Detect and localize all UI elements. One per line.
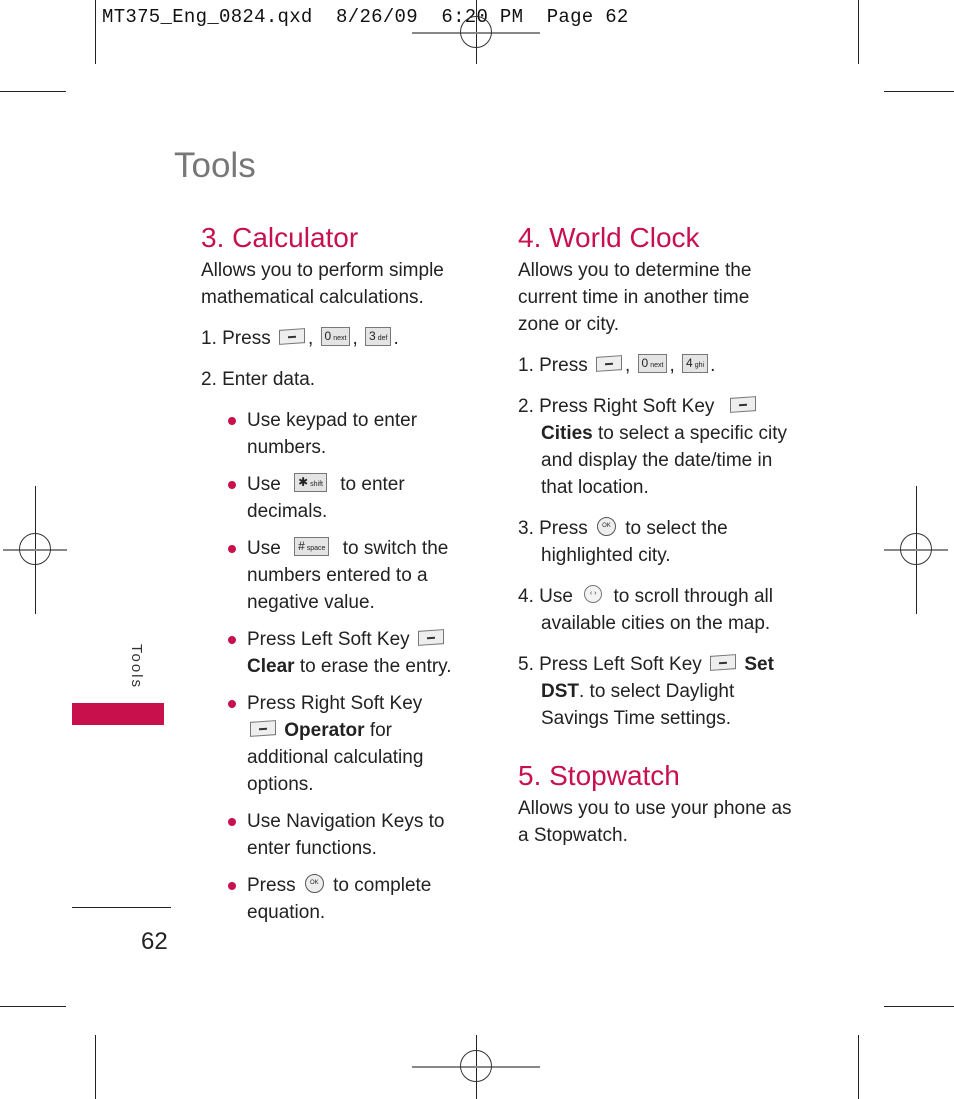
bullet-dot-icon bbox=[228, 636, 236, 644]
page-title: Tools bbox=[174, 146, 256, 185]
calculator-intro: Allows you to perform simple mathematica… bbox=[201, 260, 444, 308]
stopwatch-intro: Allows you to use your phone as a Stopwa… bbox=[518, 798, 792, 846]
star-key-icon: ✱ shift bbox=[294, 473, 327, 493]
left-soft-key-icon bbox=[417, 629, 444, 647]
left-soft-key-icon bbox=[595, 355, 622, 373]
page-number: 62 bbox=[141, 928, 168, 955]
bullet-dot-icon bbox=[228, 700, 236, 708]
crop-mark bbox=[884, 91, 954, 92]
bullet-dot-icon bbox=[228, 882, 236, 890]
section-title-world-clock: 4. World Clock bbox=[518, 222, 700, 253]
bullet-dot-icon bbox=[228, 818, 236, 826]
ok-key-icon: OK bbox=[596, 517, 616, 537]
bullet-dot-icon bbox=[228, 481, 236, 489]
world-clock-step-3: 3. Press OK to select the highlighted ci… bbox=[518, 517, 728, 566]
calculator-bullet: Use ✱ shift to enter decimals. bbox=[224, 471, 456, 525]
section-title-stopwatch: 5. Stopwatch bbox=[518, 760, 680, 791]
calculator-step-2: 2. Enter data. bbox=[201, 369, 316, 390]
left-soft-key-icon bbox=[710, 654, 737, 672]
key-3-icon: 3 def bbox=[365, 327, 392, 347]
bullet-dot-icon bbox=[228, 417, 236, 425]
world-clock-step-5: 5. Press Left Soft Key Set DST. to selec… bbox=[518, 654, 774, 729]
world-clock-step-4: 4. Use ‹ › to scroll through all availab… bbox=[518, 584, 773, 634]
section-title-calculator: 3. Calculator bbox=[201, 222, 359, 253]
right-soft-key-icon bbox=[729, 396, 756, 414]
world-clock-step-1: 1. Press , 0 next, 4 ghi. bbox=[518, 354, 716, 376]
world-clock-section: 4. World Clock Allows you to determine t… bbox=[518, 224, 793, 849]
world-clock-intro: Allows you to determine the current time… bbox=[518, 260, 752, 335]
key-0-icon: 0 next bbox=[637, 354, 668, 374]
slug-filename: MT375_Eng_0824.qxd bbox=[102, 6, 313, 28]
print-slug: MT375_Eng_0824.qxd 8/26/09 6:20 PM Page … bbox=[102, 6, 629, 28]
crop-mark bbox=[884, 1006, 954, 1007]
slug-date: 8/26/09 bbox=[336, 6, 418, 28]
footer-rule bbox=[72, 907, 171, 908]
calculator-bullet: Use Navigation Keys to enter functions. bbox=[224, 808, 456, 862]
calculator-bullet: Use keypad to enter numbers. bbox=[224, 407, 456, 461]
world-clock-step-2: 2. Press Right Soft Key Cities to select… bbox=[518, 396, 788, 498]
calculator-section: 3. Calculator Allows you to perform simp… bbox=[201, 224, 456, 926]
crop-mark bbox=[95, 1035, 96, 1099]
slug-page: Page 62 bbox=[546, 6, 629, 28]
crop-mark bbox=[0, 1006, 66, 1007]
crop-mark bbox=[95, 0, 96, 64]
key-0-icon: 0 next bbox=[320, 327, 351, 347]
key-4-icon: 4 ghi bbox=[682, 354, 709, 374]
pound-key-icon: # space bbox=[294, 537, 330, 557]
crop-mark bbox=[0, 91, 66, 92]
calculator-bullet: Press Right Soft Key Operator for additi… bbox=[224, 690, 456, 798]
calculator-bullet: Press OK to complete equation. bbox=[224, 872, 456, 926]
calculator-step-1: 1. Press , 0 next, 3 def. bbox=[201, 327, 399, 349]
side-tab-label: Tools bbox=[128, 644, 145, 690]
side-tab-bar bbox=[72, 703, 164, 725]
nav-left-right-key-icon: ‹ › bbox=[584, 584, 603, 603]
crop-mark bbox=[858, 1035, 859, 1099]
calculator-bullet: Press Left Soft Key Clear to erase the e… bbox=[224, 626, 456, 680]
left-soft-key-icon bbox=[278, 328, 305, 346]
ok-key-icon: OK bbox=[304, 874, 324, 894]
bullet-dot-icon bbox=[228, 545, 236, 553]
crop-mark bbox=[858, 0, 859, 64]
right-soft-key-icon bbox=[250, 720, 276, 738]
calculator-bullet: Use # space to switch the numbers entered… bbox=[224, 535, 456, 616]
